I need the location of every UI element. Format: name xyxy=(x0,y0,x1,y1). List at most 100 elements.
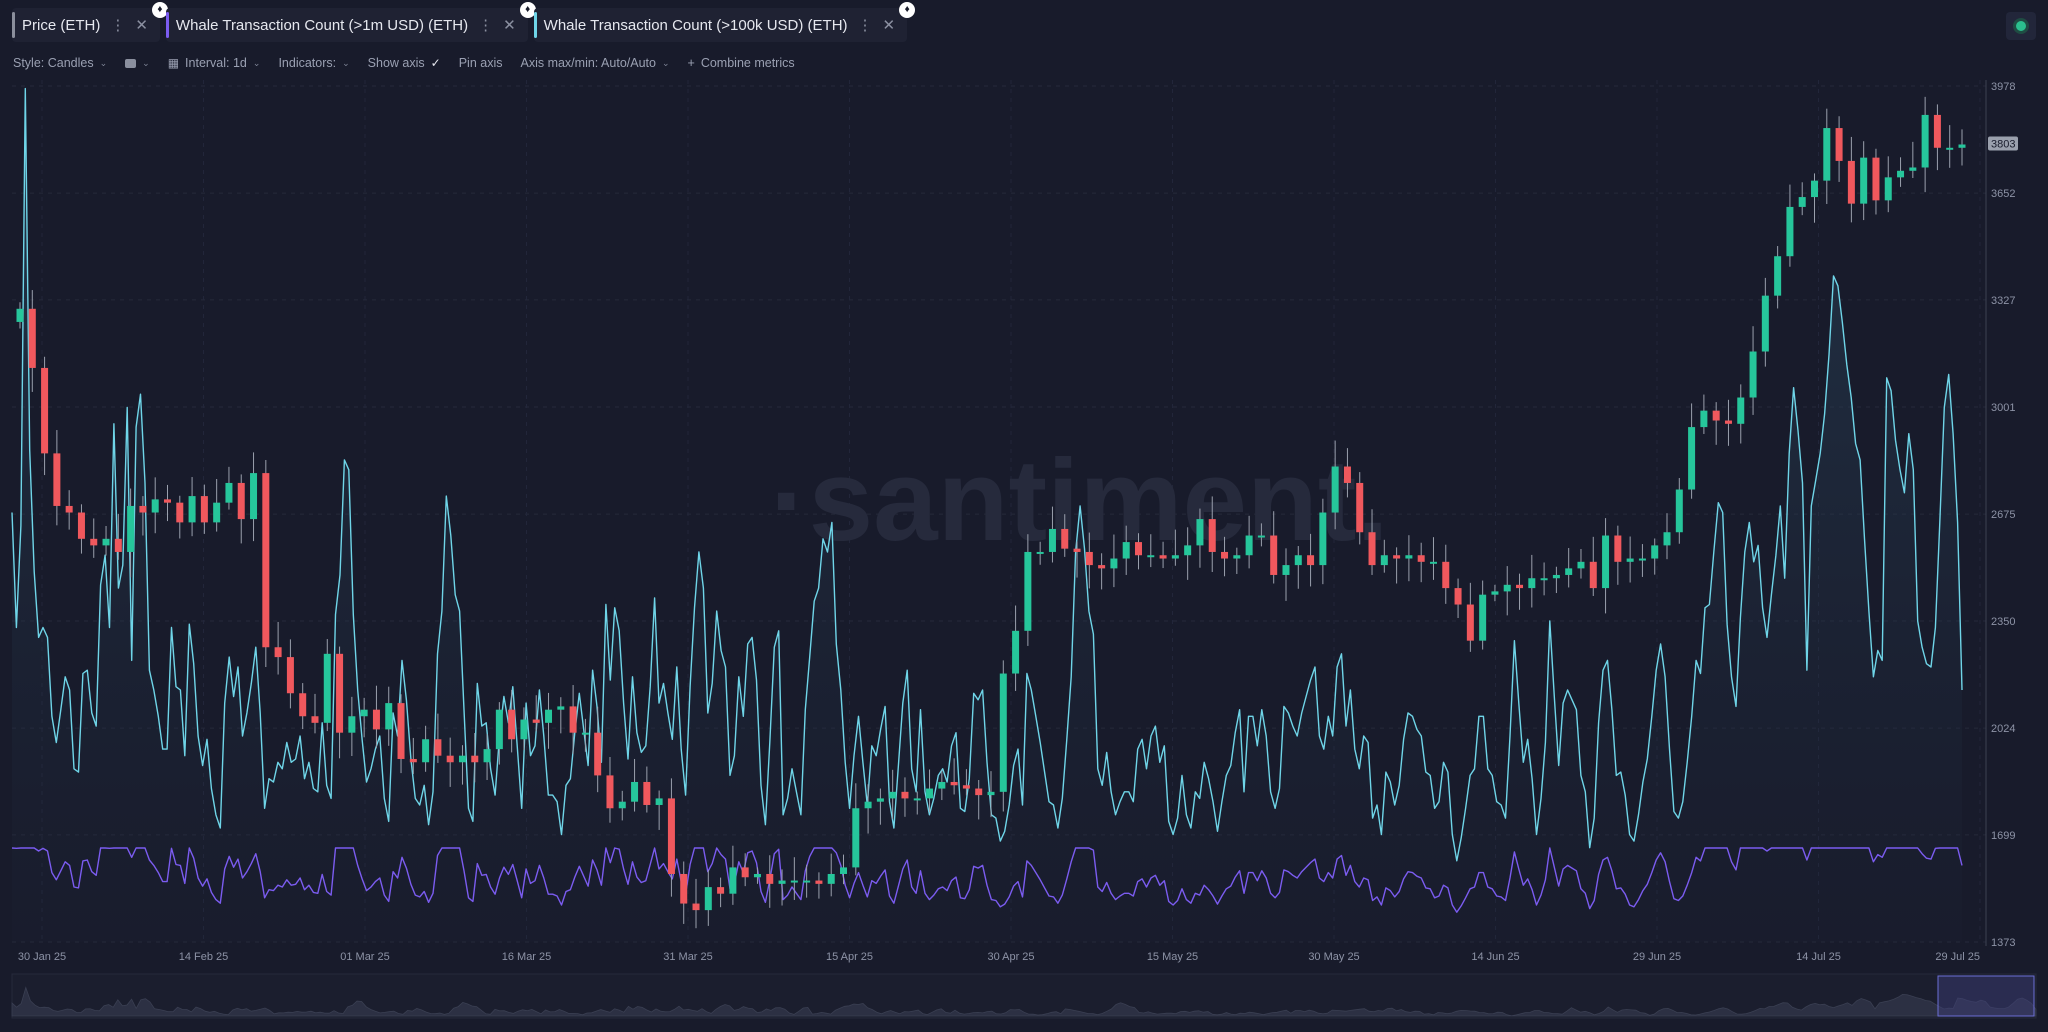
candle-body xyxy=(286,657,294,694)
candle xyxy=(422,725,430,772)
candle-body xyxy=(1061,528,1069,549)
candle xyxy=(1466,582,1474,652)
candle xyxy=(1454,578,1462,619)
candle xyxy=(1798,182,1806,216)
range-navigator[interactable] xyxy=(11,973,2037,1019)
candle xyxy=(1417,542,1425,583)
candle-body xyxy=(1405,555,1413,559)
candle-body xyxy=(1933,114,1941,148)
candle-body xyxy=(1921,114,1929,168)
candle-body xyxy=(299,693,307,717)
candle-body xyxy=(1737,397,1745,424)
candle xyxy=(1393,547,1401,584)
candle-body xyxy=(975,788,983,796)
candle-body xyxy=(1503,584,1511,592)
candle xyxy=(286,639,294,709)
candle-body xyxy=(1835,128,1843,161)
candle-body xyxy=(139,505,147,513)
candle-body xyxy=(692,903,700,911)
candle-body xyxy=(815,880,823,884)
candle-body xyxy=(852,808,860,868)
candle xyxy=(545,692,553,749)
candle-body xyxy=(1638,558,1646,561)
candle-body xyxy=(1221,551,1229,559)
candle-body xyxy=(1847,160,1855,204)
candle xyxy=(1860,141,1868,221)
candle-body xyxy=(188,496,196,523)
x-tick-label: 14 Jul 25 xyxy=(1796,951,1841,963)
candle-body xyxy=(1540,578,1548,581)
candle-body xyxy=(237,482,245,520)
candle-body xyxy=(114,538,122,552)
candle-body xyxy=(655,798,663,805)
candle-body xyxy=(1417,555,1425,562)
candle xyxy=(1712,402,1720,445)
candle xyxy=(1012,605,1020,691)
x-axis: 30 Jan 25 14 Feb 25 01 Mar 25 16 Mar 25 31 M… xyxy=(18,951,1980,963)
candle xyxy=(1429,537,1437,580)
candle-body xyxy=(1110,558,1118,569)
candle-body xyxy=(1073,548,1081,552)
candle-body xyxy=(434,739,442,756)
candle-body xyxy=(1294,555,1302,566)
candle-body xyxy=(1761,295,1769,352)
candle xyxy=(1675,478,1683,544)
candle-body xyxy=(397,703,405,759)
candle-body xyxy=(422,739,430,763)
candle-body xyxy=(1897,170,1905,178)
candle xyxy=(1638,544,1646,577)
candle-body xyxy=(274,647,282,658)
candle-body xyxy=(1823,128,1831,181)
candle xyxy=(77,504,85,554)
candle-body xyxy=(102,538,110,546)
candle-body xyxy=(1307,555,1315,566)
candle-body xyxy=(1245,535,1253,556)
candle-body xyxy=(1380,555,1388,566)
candle-body xyxy=(250,473,258,520)
candle xyxy=(1528,554,1536,608)
candle xyxy=(1540,562,1548,596)
candle-body xyxy=(753,873,761,878)
candle-body xyxy=(127,505,135,552)
candle xyxy=(323,639,331,732)
candle-body xyxy=(1171,555,1179,559)
candle-body xyxy=(446,755,454,763)
candle-body xyxy=(1319,512,1327,566)
candle xyxy=(1552,566,1560,594)
candle-body xyxy=(803,880,811,883)
candle-body xyxy=(1860,157,1868,204)
candle xyxy=(1442,544,1450,604)
y-tick-label: 3001 xyxy=(1991,402,2015,414)
candle-body xyxy=(741,867,749,878)
candle xyxy=(1835,116,1843,182)
candle-body xyxy=(1602,535,1610,589)
candle-body xyxy=(1798,197,1806,207)
y-tick-label: 2675 xyxy=(1991,509,2015,521)
candle-body xyxy=(532,719,540,723)
candle xyxy=(1491,584,1499,602)
candle-body xyxy=(1958,144,1966,148)
candle-body xyxy=(1393,555,1401,559)
candle-body xyxy=(311,716,319,723)
candle-body xyxy=(1036,551,1044,554)
candle xyxy=(53,430,61,526)
navigator-selection xyxy=(1937,975,2035,1017)
candle-body xyxy=(876,798,884,802)
y-tick-label: 3978 xyxy=(1991,81,2015,93)
x-tick-label: 30 May 25 xyxy=(1308,951,1359,963)
candle xyxy=(102,525,110,556)
candle-body xyxy=(962,785,970,789)
candle-body xyxy=(1122,542,1130,559)
candle-body xyxy=(372,709,380,730)
candle xyxy=(151,477,159,534)
candle-body xyxy=(901,791,909,799)
candle-body xyxy=(495,709,503,750)
y-axis: 1373 1699 2024 2350 2675 3001 3327 3652 3978 3803 xyxy=(1985,80,2018,949)
candle-body xyxy=(790,880,798,883)
candle xyxy=(1958,129,1966,166)
price-chart[interactable]: ·santiment. 1373169920242350267530013327… xyxy=(0,0,2048,1032)
candle xyxy=(1565,548,1573,588)
candle xyxy=(1479,580,1487,650)
candle-body xyxy=(53,453,61,506)
candle-body xyxy=(1811,180,1819,198)
